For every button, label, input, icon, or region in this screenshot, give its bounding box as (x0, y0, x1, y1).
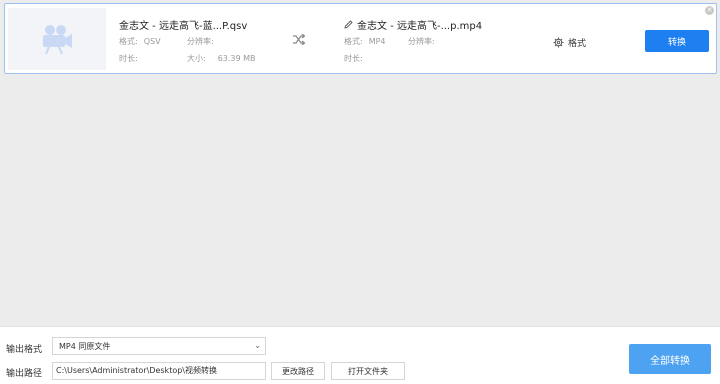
pencil-icon[interactable] (344, 20, 353, 29)
format-settings-button[interactable]: 格式 (553, 36, 586, 49)
output-format-label: 输出格式 (6, 345, 43, 355)
source-duration: 时长: (119, 54, 138, 63)
video-camera-icon (43, 25, 72, 55)
output-format-select[interactable]: MP4 同原文件 ⌄ (52, 337, 266, 355)
shuffle-icon (292, 33, 306, 48)
chevron-down-icon: ⌄ (254, 341, 261, 350)
source-file-name: 金志文 - 远走高飞-蓝...P.qsv (119, 21, 248, 32)
change-path-button[interactable]: 更改路径 (271, 362, 325, 380)
output-file-name[interactable]: 金志文 - 远走高飞-...p.mp4 (344, 17, 482, 32)
source-size: 大小: 63.39 MB (187, 54, 256, 63)
video-thumbnail (8, 8, 106, 70)
output-format: 格式: MP4 (344, 37, 386, 46)
convert-all-button[interactable]: 全部转换 (629, 344, 711, 374)
file-list: ✕ 金志文 - 远走高飞-蓝...P.qsv 格式: QSV 分辨率: 时长: 大… (0, 0, 720, 326)
output-duration: 时长: (344, 54, 363, 63)
bottom-bar: 输出格式 MP4 同原文件 ⌄ 输出路径 C:\Users\Administra… (0, 326, 720, 384)
output-resolution: 分辨率: (408, 37, 435, 46)
open-folder-button[interactable]: 打开文件夹 (331, 362, 405, 380)
source-resolution: 分辨率: (187, 37, 214, 46)
output-path-label: 输出路径 (6, 369, 43, 379)
convert-button[interactable]: 转换 (645, 30, 709, 52)
source-format: 格式: QSV (119, 37, 161, 46)
gear-icon (553, 37, 564, 48)
file-item-card[interactable]: ✕ 金志文 - 远走高飞-蓝...P.qsv 格式: QSV 分辨率: 时长: 大… (4, 3, 717, 74)
output-path-input[interactable]: C:\Users\Administrator\Desktop\视频转换 (52, 362, 266, 380)
close-icon[interactable]: ✕ (705, 6, 714, 15)
